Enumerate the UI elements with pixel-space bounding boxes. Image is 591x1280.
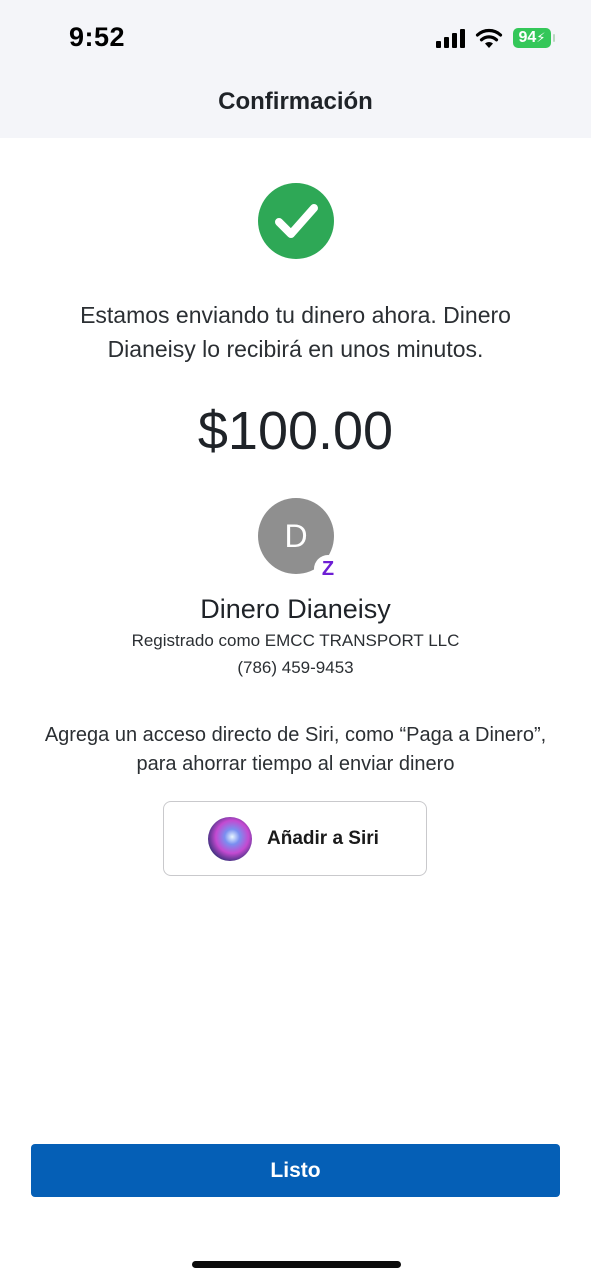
confirmation-message: Estamos enviando tu dinero ahora. Dinero… (80, 302, 511, 362)
zelle-icon: Z (314, 555, 342, 583)
siri-icon (208, 816, 252, 861)
registered-as: Registrado como EMCC TRANSPORT LLC (131, 631, 460, 650)
add-to-siri-button[interactable]: Añadir a Siri (163, 801, 427, 876)
recipient-phone: (786) 459-9453 (237, 658, 354, 677)
checkmark-circle-icon (258, 183, 334, 259)
charging-bolt-icon: ⚡ (536, 29, 546, 45)
status-time: 9:52 (69, 22, 126, 52)
status-icons: 94 ⚡ (436, 27, 555, 48)
avatar-initial: D (284, 517, 308, 554)
add-to-siri-label: Añadir a Siri (267, 827, 379, 849)
battery-charging-icon: 94 ⚡ (513, 27, 555, 48)
home-indicator[interactable] (192, 1261, 401, 1268)
signal-icon (436, 28, 465, 48)
zelle-glyph: Z (321, 558, 335, 580)
siri-prompt: Agrega un acceso directo de Siri, como “… (44, 724, 547, 775)
battery-level: 94 (518, 28, 537, 46)
top-bar: 9:52 94 ⚡ Confirmación (0, 0, 591, 138)
amount: $100.00 (197, 401, 394, 461)
page-title: Confirmación (218, 88, 373, 115)
done-button[interactable]: Listo (31, 1144, 560, 1197)
wifi-icon (475, 28, 503, 48)
recipient-name: Dinero Dianeisy (200, 594, 391, 624)
